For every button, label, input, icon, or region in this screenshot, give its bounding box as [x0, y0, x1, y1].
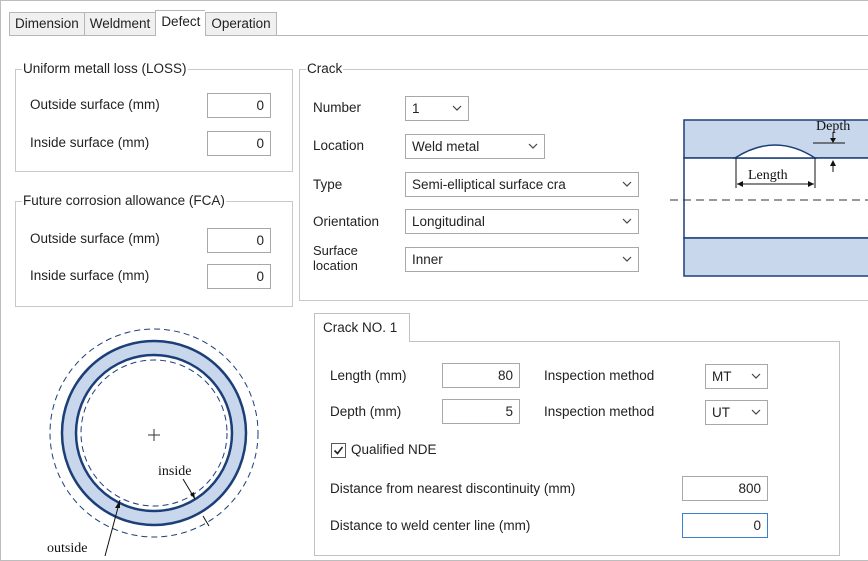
crack-surface-select[interactable]: Inner — [405, 247, 639, 272]
weld-distance-label: Distance to weld center line (mm) — [330, 518, 531, 533]
fca-inside-label: Inside surface (mm) — [30, 268, 150, 283]
tab-crack-no-1[interactable]: Crack NO. 1 — [314, 313, 410, 342]
qualified-nde-checkbox[interactable] — [331, 443, 346, 458]
inspection-method-select-1[interactable]: MT — [705, 364, 768, 389]
inspection-method-value-1: MT — [712, 369, 732, 384]
main-tabbar: Dimension Weldment Defect Operation — [9, 10, 277, 36]
loss-group-title: Uniform metall loss (LOSS) — [22, 61, 188, 77]
crack-surface-value: Inner — [412, 252, 443, 267]
chevron-down-icon — [751, 409, 761, 415]
crack-group-title: Crack — [306, 61, 344, 77]
tab-weldment[interactable]: Weldment — [83, 12, 156, 36]
crack-depth-input[interactable]: 5 — [442, 399, 520, 424]
crack-orientation-value: Longitudinal — [412, 214, 485, 229]
fca-group-title: Future corrosion allowance (FCA) — [22, 193, 226, 209]
crack-cross-section-diagram: Depth Length — [670, 119, 868, 277]
inspection-method-label-2: Inspection method — [544, 404, 655, 419]
chevron-down-icon — [528, 143, 538, 149]
crack-depth-label: Depth (mm) — [330, 404, 402, 419]
length-diagram-label: Length — [748, 168, 788, 183]
discontinuity-input[interactable]: 800 — [682, 476, 768, 501]
qualified-nde-label: Qualified NDE — [351, 442, 437, 457]
inspection-method-label-1: Inspection method — [544, 368, 655, 383]
loss-inside-label: Inside surface (mm) — [30, 135, 150, 150]
checkmark-icon — [333, 446, 344, 455]
weld-distance-input[interactable]: 0 — [682, 513, 768, 538]
crack-number-label: Number — [313, 100, 362, 115]
loss-outside-input[interactable]: 0 — [207, 93, 271, 118]
inside-diagram-label: inside — [158, 464, 191, 479]
loss-inside-input[interactable]: 0 — [207, 131, 271, 156]
crack-orientation-select[interactable]: Longitudinal — [405, 209, 639, 234]
loss-group: Uniform metall loss (LOSS) — [15, 61, 293, 172]
crack-surface-label-line1: Surface — [313, 243, 358, 258]
crack-location-label: Location — [313, 138, 365, 153]
crack-number-value: 1 — [412, 101, 420, 116]
crack-length-input[interactable]: 80 — [442, 363, 520, 388]
fca-outside-label: Outside surface (mm) — [30, 231, 160, 246]
pipe-section-diagram: inside outside — [47, 328, 259, 557]
crack-number-select[interactable]: 1 — [405, 96, 469, 121]
tab-dimension[interactable]: Dimension — [9, 12, 84, 36]
inspection-method-select-2[interactable]: UT — [705, 400, 768, 425]
chevron-down-icon — [452, 105, 462, 111]
chevron-down-icon — [622, 181, 632, 187]
crack-type-value: Semi-elliptical surface cra — [412, 177, 566, 192]
crack-location-select[interactable]: Weld metal — [405, 134, 545, 159]
loss-outside-label: Outside surface (mm) — [30, 97, 160, 112]
chevron-down-icon — [622, 256, 632, 262]
tab-operation[interactable]: Operation — [205, 12, 277, 36]
crack-orientation-label: Orientation — [313, 214, 380, 229]
tab-divider — [9, 35, 868, 36]
discontinuity-label: Distance from nearest discontinuity (mm) — [330, 481, 576, 496]
crack-type-select[interactable]: Semi-elliptical surface cra — [405, 172, 639, 197]
chevron-down-icon — [751, 373, 761, 379]
fca-inside-input[interactable]: 0 — [207, 264, 271, 289]
fca-outside-input[interactable]: 0 — [207, 228, 271, 253]
crack-length-label: Length (mm) — [330, 368, 407, 383]
crack-surface-label-line2: location — [313, 258, 358, 273]
crack-type-label: Type — [313, 177, 343, 192]
crack-location-value: Weld metal — [412, 139, 480, 154]
outside-diagram-label: outside — [47, 541, 87, 556]
chevron-down-icon — [622, 218, 632, 224]
fca-group: Future corrosion allowance (FCA) — [15, 193, 293, 307]
inspection-method-value-2: UT — [712, 405, 730, 420]
depth-diagram-label: Depth — [816, 119, 850, 134]
tab-defect[interactable]: Defect — [155, 10, 206, 36]
